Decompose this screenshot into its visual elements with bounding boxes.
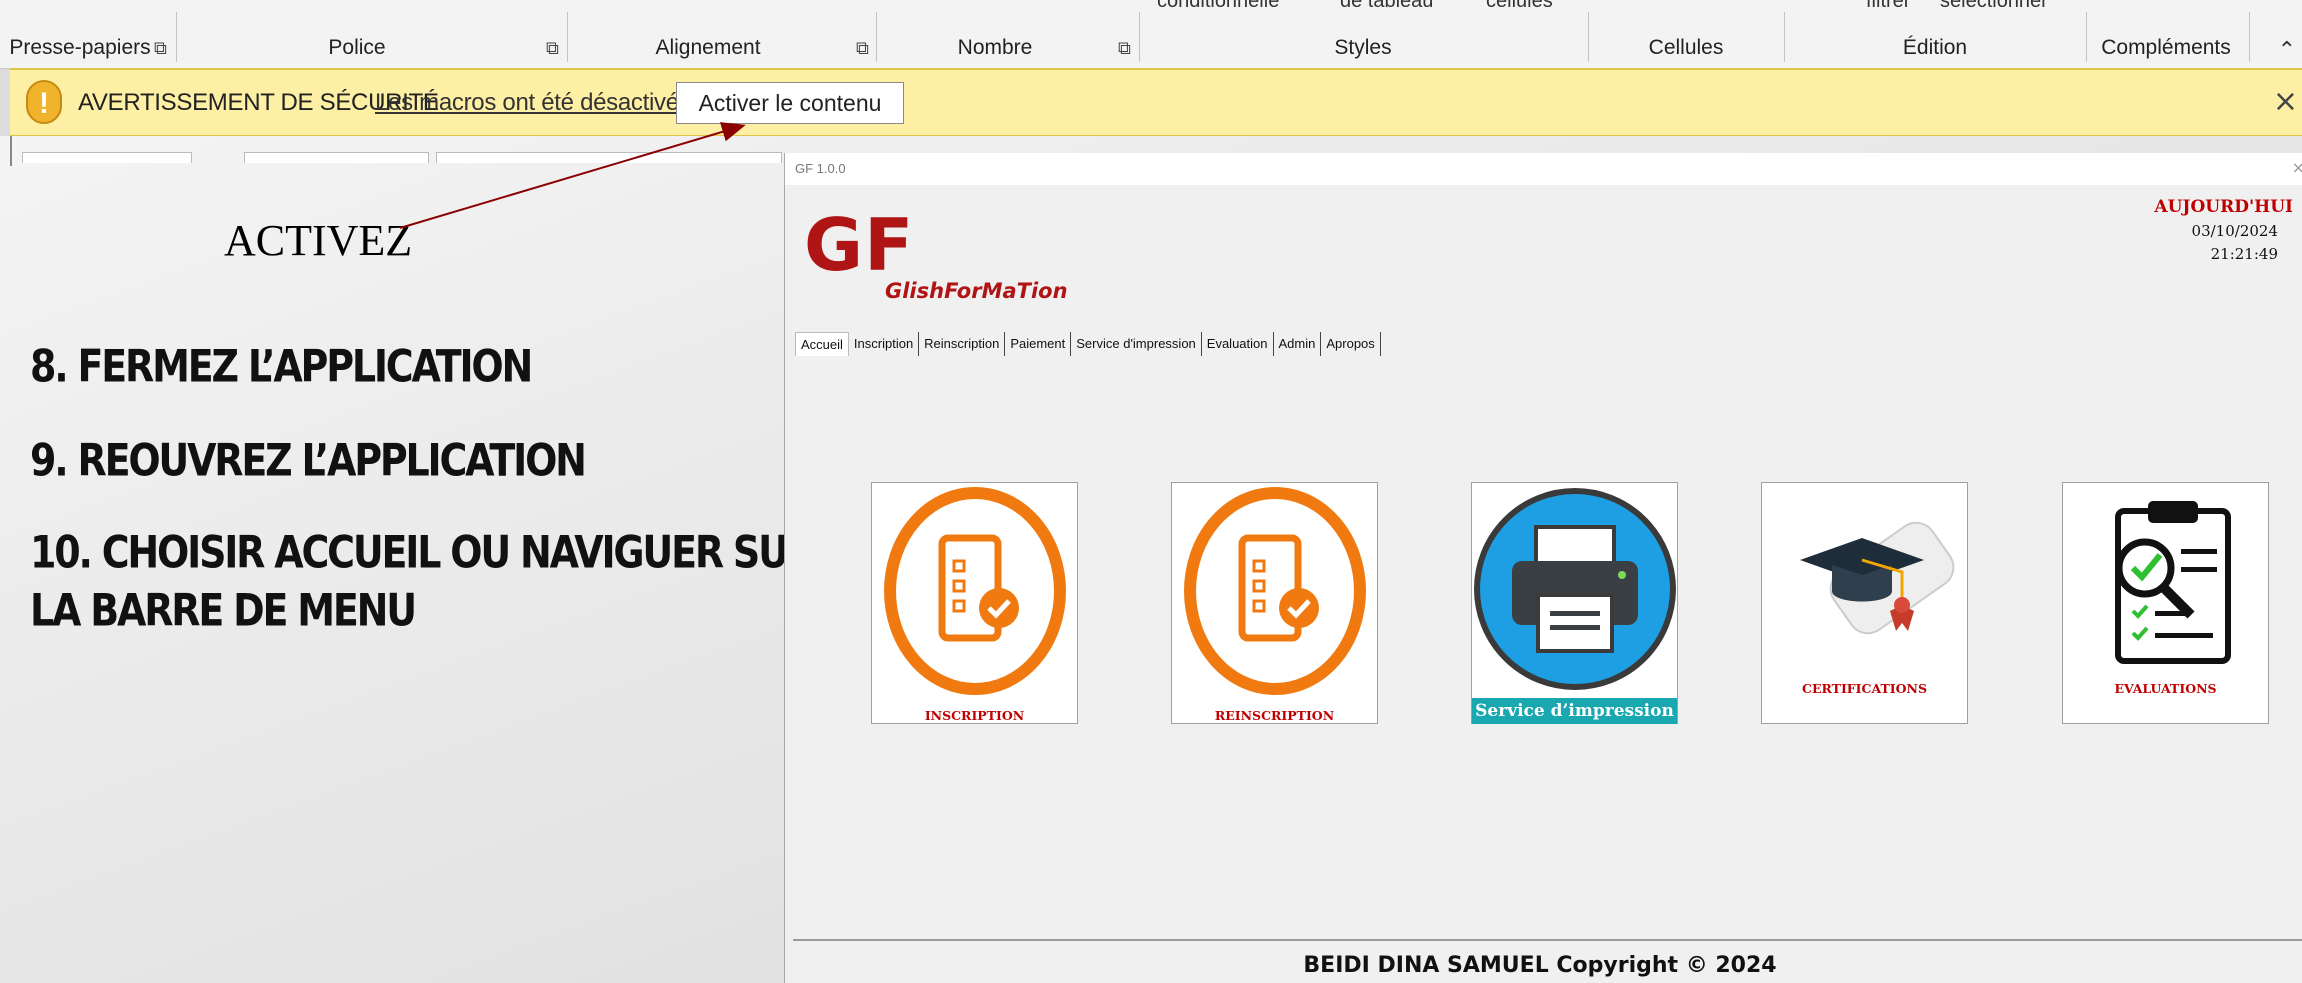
dialog-launcher-icon[interactable]: ⧉ [1118,40,1131,58]
app-logo: GF [804,203,915,287]
footer-divider [793,939,2302,941]
form-check-icon [1184,487,1366,695]
clipboard-magnifier-icon [2115,501,2231,664]
group-addins-label: Compléments [2101,36,2231,59]
group-number-label: Nombre [957,36,1033,59]
activez-callout: ACTIVEZ [224,216,413,265]
group-editing-label: Édition [1902,36,1968,59]
group-cells-label: Cellules [1648,36,1724,59]
step-9: 9. REOUVREZ L’APPLICATION [30,434,587,487]
current-date: 03/10/2024 [2191,222,2278,240]
app-close-icon[interactable]: × [2292,158,2302,177]
group-font-label: Police [328,36,386,59]
app-title-bar: GF 1.0.0 × [785,153,2302,185]
cell-fragment [22,152,192,163]
app-window-title: GF 1.0.0 [795,161,846,176]
cell-fragment [436,152,782,163]
enable-content-button[interactable]: Activer le contenu [676,82,904,124]
inscription-label: INSCRIPTION [924,708,1025,723]
form-check-icon [884,487,1066,695]
tab-inscription[interactable]: Inscription [849,332,920,356]
ribbon-cut-label: cellules [1486,0,1553,12]
close-icon[interactable]: × [2273,84,2298,119]
reinscription-tile[interactable]: REINSCRIPTION [1171,482,1378,724]
ribbon-cut-label: de tableau [1340,0,1434,12]
group-styles-label: Styles [1334,36,1392,59]
inscription-tile[interactable]: INSCRIPTION [871,482,1078,724]
step-10-continued: LA BARRE DE MENU [30,584,417,637]
tab-service-impression[interactable]: Service d'impression [1071,332,1202,356]
group-clipboard-label: Presse-papiers [9,36,151,59]
group-alignment-label: Alignement [655,36,761,59]
sheet-edge [10,136,12,166]
tab-evaluation[interactable]: Evaluation [1202,332,1274,356]
collapse-ribbon-icon[interactable]: ⌃ [2278,38,2296,63]
tab-apropos[interactable]: Apropos [1321,332,1381,356]
menu-tab-bar: Accueil Inscription Reinscription Paieme… [795,332,1381,356]
certifications-tile[interactable]: CERTIFICATIONS [1761,482,1968,724]
step-10: 10. CHOISIR ACCUEIL OU NAVIGUER SUR [30,526,816,579]
macros-disabled-link[interactable]: Les macros ont été désactivées. [375,89,710,117]
dialog-launcher-icon[interactable]: ⧉ [546,40,559,58]
tab-reinscription[interactable]: Reinscription [919,332,1006,356]
tab-paiement[interactable]: Paiement [1005,332,1072,356]
dialog-launcher-icon[interactable]: ⧉ [856,40,869,58]
cell-fragment [244,152,429,163]
printer-icon [1474,488,1676,690]
ribbon-cut-label: filtrer [1866,0,1911,12]
ribbon-cut-label: sélectionner [1940,0,2048,12]
today-label: AUJOURD'HUI [2154,197,2293,217]
tab-accueil[interactable]: Accueil [795,332,849,356]
tab-admin[interactable]: Admin [1274,332,1322,356]
security-warning-bar: ! AVERTISSEMENT DE SÉCURITÉ Les macros o… [10,68,2302,136]
current-time: 21:21:49 [2210,245,2278,263]
copyright-footer: BEIDI DINA SAMUEL Copyright © 2024 [1303,953,1777,978]
reinscription-label: REINSCRIPTION [1214,708,1335,723]
app-logo-subtitle: GlishForMaTion [885,279,1068,303]
excel-ribbon: conditionnelle de tableau cellules filtr… [0,0,2302,69]
dialog-launcher-icon[interactable]: ⧉ [154,40,167,58]
certifications-label: CERTIFICATIONS [1802,681,1927,696]
graduation-cap-icon [1800,521,1955,635]
gf-app-window: GF 1.0.0 × GF GlishForMaTion AUJOURD'HUI… [784,153,2302,983]
warning-shield-icon: ! [26,80,62,124]
step-8: 8. FERMEZ L’APPLICATION [30,340,533,393]
evaluations-tile[interactable]: EVALUATIONS [2062,482,2269,724]
service-impression-tile[interactable]: Service d’impression [1471,482,1678,724]
evaluations-label: EVALUATIONS [2114,681,2217,696]
service-impression-label: Service d’impression [1472,698,1677,724]
ribbon-cut-label: conditionnelle [1157,0,1280,12]
